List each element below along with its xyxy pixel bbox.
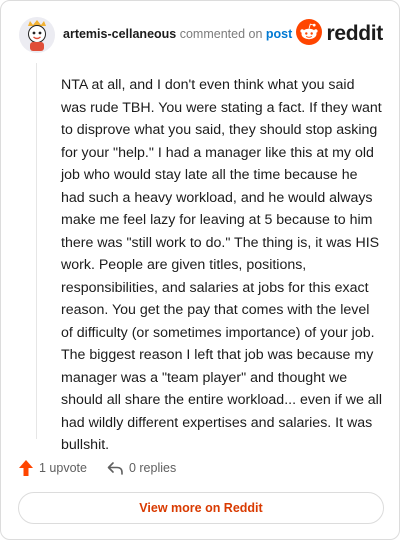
user-avatar[interactable] <box>19 17 55 53</box>
commented-on-text: commented on <box>179 27 263 41</box>
reddit-comment-embed: artemis-cellaneous commented on post red… <box>0 0 400 540</box>
comment-body: NTA at all, and I don't even think what … <box>61 77 382 453</box>
upvote-arrow-icon <box>19 460 33 476</box>
upvote-count: 1 upvote <box>39 461 87 475</box>
reddit-snoo-icon <box>296 18 323 50</box>
reddit-wordmark: reddit <box>326 22 383 45</box>
view-more-button[interactable]: View more on Reddit <box>18 492 384 524</box>
reddit-logo[interactable]: reddit <box>296 18 383 50</box>
upvote-button[interactable]: 1 upvote <box>19 460 87 476</box>
comment-actions: 1 upvote 0 replies <box>19 459 176 477</box>
author-line: artemis-cellaneous commented on post <box>63 27 292 41</box>
replies-button[interactable]: 0 replies <box>107 461 176 475</box>
replies-count: 0 replies <box>128 461 177 475</box>
reply-arrow-icon <box>107 462 123 475</box>
thread-line <box>36 63 37 439</box>
post-link[interactable]: post <box>266 27 292 41</box>
comment-header: artemis-cellaneous commented on post red… <box>19 17 383 53</box>
author-name[interactable]: artemis-cellaneous <box>63 27 176 41</box>
